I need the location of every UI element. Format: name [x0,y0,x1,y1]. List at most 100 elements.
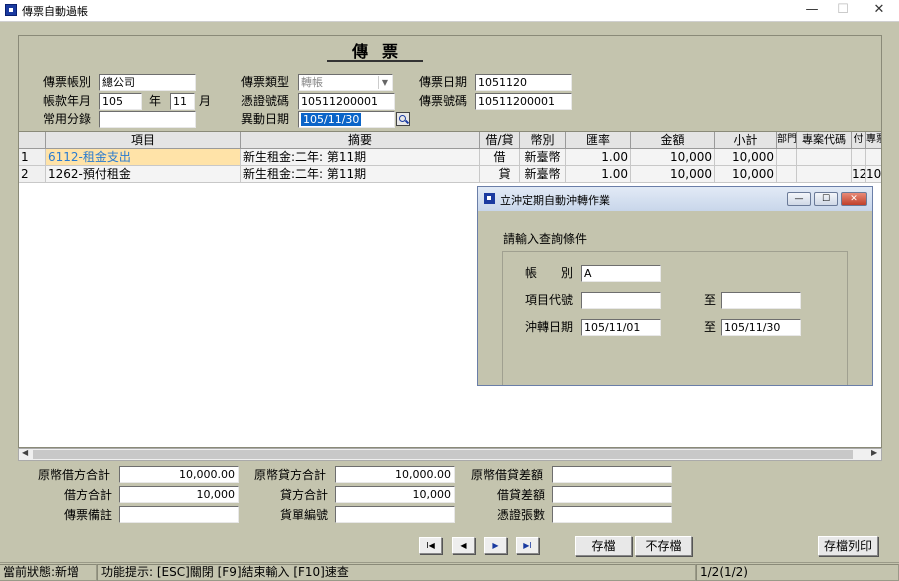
no-save-button[interactable]: 不存檔 [635,536,692,556]
next-record-button[interactable]: ▶ [484,537,507,554]
year-field[interactable]: 105 [99,93,142,110]
dialog-close-button[interactable]: ✕ [841,192,867,206]
voucher-date-label: 傳票日期 [419,75,468,89]
grid-header-item[interactable]: 項目 [46,132,241,149]
account-field[interactable]: 總公司 [99,74,196,91]
month-field[interactable]: 11 [170,93,195,110]
bill-no-field[interactable] [335,506,455,523]
grid-cell-project[interactable] [797,149,852,166]
orig-debit-total-label: 原幣借方合計 [38,468,111,482]
grid-cell-rate[interactable]: 1.00 [566,149,631,166]
grid-header-dept[interactable]: 部門 [777,132,797,149]
period-label: 帳款年月 [43,94,92,108]
grid-cell-summary[interactable]: 新生租金:二年: 第11期 [241,166,480,183]
grid-header-dc[interactable]: 借/貸 [480,132,520,149]
bill-no-label: 貨單編號 [280,508,329,522]
grid-cell-dc[interactable]: 借 [480,149,520,166]
common-entry-label: 常用分錄 [43,112,92,126]
credit-total-field: 10,000 [335,486,455,503]
dialog-account-field[interactable]: A [581,265,661,282]
cert-label: 憑證號碼 [241,94,290,108]
orig-credit-total-label: 原幣貸方合計 [254,468,327,482]
save-button[interactable]: 存檔 [575,536,632,556]
status-state: 當前狀態:新增 [0,564,97,581]
grid-cell-currency[interactable]: 新臺幣 [520,149,566,166]
grid-cell-rate[interactable]: 1.00 [566,166,631,183]
grid-cell-extra[interactable] [866,149,881,166]
save-print-button[interactable]: 存檔列印 [818,536,878,556]
grid-header-subtotal[interactable]: 小計 [715,132,777,149]
cert-count-label: 憑證張數 [497,508,546,522]
common-entry-field[interactable] [99,111,196,128]
month-unit: 月 [199,94,212,108]
grid-header-rownum [19,132,46,149]
grid-cell-project[interactable] [797,166,852,183]
grid-cell-amount[interactable]: 10,000 [631,166,715,183]
grid-header-summary[interactable]: 摘要 [241,132,480,149]
grid-cell-amount[interactable]: 10,000 [631,149,715,166]
change-date-value: 105/11/30 [301,113,362,126]
voucher-no-field[interactable]: 10511200001 [475,93,572,110]
row-number: 1 [19,149,46,166]
account-label: 傳票帳別 [43,75,92,89]
dialog-date-from-field[interactable]: 105/11/01 [581,319,661,336]
minimize-button[interactable]: — [795,0,829,22]
dialog-date-to-field[interactable]: 105/11/30 [721,319,801,336]
grid-header-rate[interactable]: 匯率 [566,132,631,149]
chevron-down-icon[interactable]: ▼ [378,76,391,89]
grid-cell-dept[interactable] [777,166,797,183]
dialog-to-label: 至 [704,293,717,307]
dialog-minimize-button[interactable]: — [787,192,811,206]
grid-cell-extra[interactable]: 105 [866,166,881,183]
app-icon [5,4,17,16]
dialog-item-label: 項目代號 [525,293,574,307]
horizontal-scrollbar[interactable]: ◀ ▶ [18,448,882,461]
voucher-date-field[interactable]: 1051120 [475,74,572,91]
grid-cell-subtotal[interactable]: 10,000 [715,166,777,183]
voucher-type-label: 傳票類型 [241,75,290,89]
scroll-thumb[interactable] [33,450,853,459]
orig-credit-total-field: 10,000.00 [335,466,455,483]
scroll-right-icon[interactable]: ▶ [871,448,877,457]
last-record-button[interactable]: ▶I [516,537,539,554]
grid-cell-item[interactable]: 6112-租金支出 [46,149,241,166]
change-date-field[interactable]: 105/11/30 [298,111,395,128]
grid-header-extra[interactable]: 專票 [866,132,881,149]
maximize-button[interactable]: ☐ [826,0,860,22]
search-icon[interactable] [396,112,410,126]
grid-cell-subtotal[interactable]: 10,000 [715,149,777,166]
grid-header-currency[interactable]: 幣別 [520,132,566,149]
window-title: 傳票自動過帳 [22,5,88,18]
cert-count-field[interactable] [552,506,672,523]
dialog-item-to-field[interactable] [721,292,801,309]
page-title: 傳票 [327,38,423,62]
grid-cell-summary[interactable]: 新生租金:二年: 第11期 [241,149,480,166]
grid-header-pay[interactable]: 付 [852,132,866,149]
voucher-type-value: 轉帳 [301,76,323,89]
voucher-type-select[interactable]: 轉帳 ▼ [298,74,393,91]
prev-record-button[interactable]: ◀ [452,537,475,554]
grid-cell-dept[interactable] [777,149,797,166]
close-button[interactable]: ✕ [862,0,896,22]
diff-field [552,486,672,503]
dialog-app-icon [484,193,495,204]
title-bar: 傳票自動過帳 — ☐ ✕ [0,0,899,22]
debit-total-label: 借方合計 [64,488,113,502]
grid-cell-dc[interactable]: 貸 [480,166,520,183]
dialog-item-from-field[interactable] [581,292,661,309]
grid-header-amount[interactable]: 金額 [631,132,715,149]
first-record-button[interactable]: I◀ [419,537,442,554]
status-page: 1/2(1/2) [696,564,899,581]
dialog-maximize-button[interactable]: ☐ [814,192,838,206]
cert-field[interactable]: 10511200001 [298,93,395,110]
grid-cell-item[interactable]: 1262-預付租金 [46,166,241,183]
grid-cell-pay[interactable]: 12 [852,166,866,183]
grid-cell-pay[interactable] [852,149,866,166]
orig-diff-field [552,466,672,483]
dialog-to-label: 至 [704,320,717,334]
grid-header-project[interactable]: 專案代碼 [797,132,852,149]
note-field[interactable] [119,506,239,523]
grid-cell-currency[interactable]: 新臺幣 [520,166,566,183]
year-unit: 年 [149,94,162,108]
scroll-left-icon[interactable]: ◀ [22,448,28,457]
